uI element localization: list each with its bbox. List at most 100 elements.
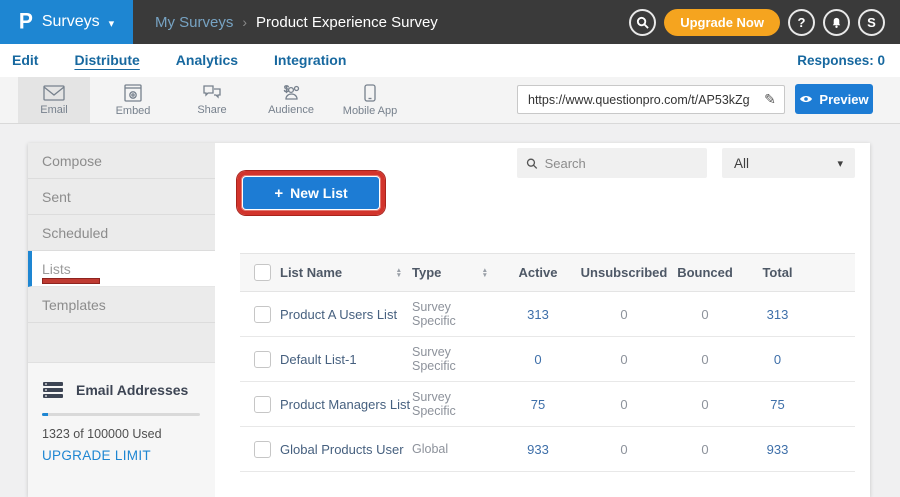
channel-label: Mobile App — [343, 105, 397, 117]
annotation-highlight: + New List — [237, 171, 385, 215]
distribute-toolbar: Email Embed Share $ Audience Mobile App … — [0, 77, 900, 124]
list-name-link[interactable]: Product A Users List — [280, 307, 412, 322]
email-icon — [43, 85, 65, 101]
channel-label: Embed — [116, 105, 151, 117]
content-card: Compose Sent Scheduled Lists Templates E… — [28, 143, 870, 497]
survey-nav: Edit Distribute Analytics Integration Re… — [0, 44, 900, 77]
col-total: Total — [740, 265, 815, 280]
account-avatar[interactable]: S — [858, 9, 885, 36]
lists-table: List Name ▲▼ Type ▲▼ Active Unsubscribed… — [240, 253, 855, 472]
select-all-checkbox[interactable] — [254, 264, 271, 281]
table-row: Product Managers List Survey Specific 75… — [240, 382, 855, 427]
tab-edit[interactable]: Edit — [12, 52, 38, 70]
preview-button[interactable]: Preview — [795, 84, 873, 114]
sidebar-item-sent[interactable]: Sent — [28, 179, 215, 215]
surveys-product-switcher[interactable]: P Surveys ▾ — [0, 0, 133, 44]
col-unsubscribed: Unsubscribed — [578, 265, 670, 280]
topbar: P Surveys ▾ My Surveys › Product Experie… — [0, 0, 900, 44]
new-list-button[interactable]: + New List — [243, 177, 379, 209]
unsubscribed-count: 0 — [578, 307, 670, 322]
search-icon — [526, 157, 538, 170]
preview-label: Preview — [819, 92, 868, 107]
chevron-down-icon: ▾ — [837, 157, 843, 170]
sidebar-item-lists[interactable]: Lists — [28, 251, 215, 287]
table-row: Global Products User Global 933 0 0 933 — [240, 427, 855, 472]
row-checkbox[interactable] — [254, 396, 271, 413]
unsubscribed-count: 0 — [578, 352, 670, 367]
usage-text: 1323 of 100000 Used — [42, 427, 201, 441]
usage-progress-bar — [42, 413, 200, 416]
eye-icon — [799, 94, 813, 104]
product-name: Surveys — [42, 13, 100, 31]
embed-icon — [124, 84, 142, 102]
list-search — [517, 148, 707, 178]
col-type[interactable]: Type ▲▼ — [412, 265, 498, 280]
total-count[interactable]: 313 — [740, 307, 815, 322]
tab-analytics[interactable]: Analytics — [176, 52, 238, 70]
share-icon — [202, 84, 222, 101]
lists-main: All ▾ + New List List Name ▲▼ — [215, 143, 870, 497]
bell-icon — [830, 15, 843, 29]
col-list-name[interactable]: List Name ▲▼ — [280, 265, 412, 280]
active-count[interactable]: 0 — [498, 352, 578, 367]
help-button[interactable]: ? — [788, 9, 815, 36]
table-header: List Name ▲▼ Type ▲▼ Active Unsubscribed… — [240, 253, 855, 292]
row-checkbox[interactable] — [254, 306, 271, 323]
channel-label: Audience — [268, 104, 314, 116]
breadcrumb-my-surveys[interactable]: My Surveys — [155, 14, 233, 31]
filter-value: All — [734, 156, 749, 171]
annotation-underline — [42, 278, 100, 284]
email-addresses-panel: Email Addresses 1323 of 100000 Used UPGR… — [28, 362, 215, 497]
search-button[interactable] — [629, 9, 656, 36]
unsubscribed-count: 0 — [578, 442, 670, 457]
bounced-count: 0 — [670, 397, 740, 412]
chevron-down-icon: ▾ — [109, 17, 115, 30]
channel-label: Share — [197, 104, 226, 116]
channel-audience[interactable]: $ Audience — [255, 77, 327, 123]
bounced-count: 0 — [670, 307, 740, 322]
active-count[interactable]: 75 — [498, 397, 578, 412]
new-list-label: New List — [290, 185, 348, 201]
survey-url-input[interactable] — [518, 93, 756, 107]
breadcrumb-current-survey: Product Experience Survey — [256, 14, 438, 31]
list-type: Survey Specific — [412, 390, 498, 418]
address-list-icon — [42, 381, 64, 399]
upgrade-limit-link[interactable]: UPGRADE LIMIT — [42, 448, 201, 463]
audience-icon: $ — [280, 84, 302, 101]
sidebar-item-scheduled[interactable]: Scheduled — [28, 215, 215, 251]
tab-distribute[interactable]: Distribute — [74, 52, 139, 70]
active-count[interactable]: 933 — [498, 442, 578, 457]
table-row: Default List-1 Survey Specific 0 0 0 0 — [240, 337, 855, 382]
survey-url-field: ✎ — [517, 85, 785, 114]
topbar-actions: Upgrade Now ? S — [629, 9, 900, 36]
channel-email[interactable]: Email — [18, 77, 90, 123]
total-count[interactable]: 933 — [740, 442, 815, 457]
active-count[interactable]: 313 — [498, 307, 578, 322]
upgrade-now-button[interactable]: Upgrade Now — [664, 9, 780, 36]
unsubscribed-count: 0 — [578, 397, 670, 412]
list-name-link[interactable]: Global Products User — [280, 442, 412, 457]
col-active: Active — [498, 265, 578, 280]
breadcrumb: My Surveys › Product Experience Survey — [155, 14, 438, 31]
channel-embed[interactable]: Embed — [97, 77, 169, 123]
edit-url-icon[interactable]: ✎ — [756, 86, 784, 113]
sidebar-item-compose[interactable]: Compose — [28, 143, 215, 179]
tab-integration[interactable]: Integration — [274, 52, 346, 70]
search-icon — [636, 16, 649, 29]
row-checkbox[interactable] — [254, 351, 271, 368]
filter-dropdown[interactable]: All ▾ — [722, 148, 855, 178]
channel-share[interactable]: Share — [176, 77, 248, 123]
list-name-link[interactable]: Default List-1 — [280, 352, 412, 367]
total-count[interactable]: 0 — [740, 352, 815, 367]
list-name-link[interactable]: Product Managers List — [280, 397, 412, 412]
chevron-right-icon: › — [242, 14, 247, 30]
row-checkbox[interactable] — [254, 441, 271, 458]
search-input[interactable] — [545, 156, 698, 171]
channel-mobile-app[interactable]: Mobile App — [334, 77, 406, 123]
bounced-count: 0 — [670, 442, 740, 457]
channel-label: Email — [40, 104, 68, 116]
sort-icon: ▲▼ — [482, 268, 488, 278]
total-count[interactable]: 75 — [740, 397, 815, 412]
notifications-button[interactable] — [823, 9, 850, 36]
sidebar-item-templates[interactable]: Templates — [28, 287, 215, 323]
